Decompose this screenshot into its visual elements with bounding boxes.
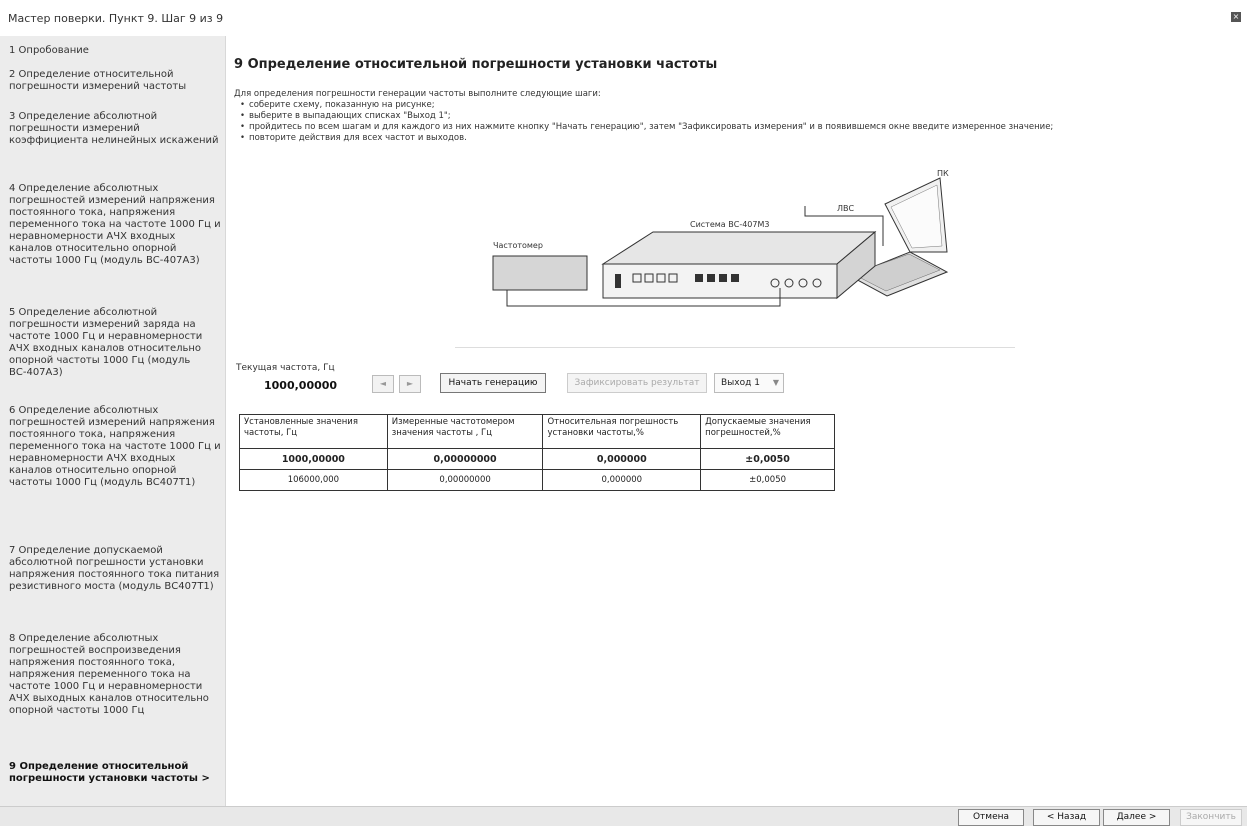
counter-label: Частотомер bbox=[493, 241, 543, 250]
system-rack-icon bbox=[601, 230, 877, 300]
cancel-button[interactable]: Отмена bbox=[958, 809, 1024, 826]
column-header: Установленные значения частоты, Гц bbox=[239, 414, 388, 449]
column-header: Относительная погрешность установки част… bbox=[542, 414, 702, 449]
window-title: Мастер поверки. Пункт 9. Шаг 9 из 9 bbox=[8, 12, 224, 25]
instruction-step: повторите действия для всех частот и вых… bbox=[240, 133, 1234, 144]
table-cell: 0,00000000 bbox=[386, 448, 544, 470]
sidebar-item-3[interactable]: 3 Определение абсолютной погрешности изм… bbox=[9, 111, 221, 147]
close-icon[interactable]: × bbox=[1231, 12, 1241, 22]
divider bbox=[455, 347, 1015, 348]
instructions-intro: Для определения погрешности генерации ча… bbox=[234, 89, 601, 99]
start-generation-button[interactable]: Начать генерацию bbox=[440, 373, 546, 393]
sidebar-item-2[interactable]: 2 Определение относительной погрешности … bbox=[9, 69, 221, 93]
table-row[interactable]: 1000,00000 0,00000000 0,000000 ±0,0050 bbox=[239, 448, 835, 470]
instruction-step: пройдитесь по всем шагам и для каждого и… bbox=[240, 122, 1234, 133]
table-cell: 1000,00000 bbox=[239, 448, 388, 470]
table-cell: 0,000000 bbox=[542, 448, 702, 470]
table-cell: 0,000000 bbox=[542, 469, 702, 491]
back-button[interactable]: < Назад bbox=[1033, 809, 1100, 826]
system-label: Система ВС-407М3 bbox=[690, 220, 769, 229]
frequency-label: Текущая частота, Гц bbox=[236, 363, 335, 373]
table-header-row: Установленные значения частоты, Гц Измер… bbox=[239, 414, 835, 449]
table-row[interactable]: 106000,000 0,00000000 0,000000 ±0,0050 bbox=[239, 469, 835, 491]
next-frequency-button[interactable]: ► bbox=[399, 375, 421, 393]
sidebar-item-7[interactable]: 7 Определение допускаемой абсолютной пог… bbox=[9, 545, 221, 593]
title-bar: Мастер поверки. Пункт 9. Шаг 9 из 9 × bbox=[0, 0, 1247, 36]
column-header: Измеренные частотомером значения частоты… bbox=[386, 414, 544, 449]
frequency-value: 1000,00000 bbox=[264, 379, 338, 392]
main-content: 9 Определение относительной погрешности … bbox=[227, 36, 1247, 806]
output-select-value: Выход 1 bbox=[721, 378, 760, 388]
sidebar-item-9[interactable]: 9 Определение относительной погрешности … bbox=[9, 761, 221, 785]
table-cell: 106000,000 bbox=[239, 469, 388, 491]
instruction-step: выберите в выпадающих списках "Выход 1"; bbox=[240, 111, 1234, 122]
table-cell: ±0,0050 bbox=[700, 469, 835, 491]
sidebar-item-8[interactable]: 8 Определение абсолютных погрешностей во… bbox=[9, 633, 221, 717]
fix-result-button[interactable]: Зафиксировать результат bbox=[567, 373, 707, 393]
lan-label: ЛВС bbox=[837, 204, 855, 213]
current-frequency-box: Текущая частота, Гц 1000,00000 bbox=[232, 359, 362, 397]
finish-button[interactable]: Закончить bbox=[1180, 809, 1242, 826]
table-cell: ±0,0050 bbox=[700, 448, 835, 470]
sidebar-item-4[interactable]: 4 Определение абсолютных погрешностей из… bbox=[9, 183, 221, 267]
steps-sidebar: 1 Опробование 2 Определение относительно… bbox=[0, 36, 226, 806]
column-header: Допускаемые значения погрешностей,% bbox=[700, 414, 835, 449]
instructions: Для определения погрешности генерации ча… bbox=[234, 89, 1234, 144]
pc-label: ПК bbox=[937, 169, 949, 178]
chevron-down-icon: ▼ bbox=[772, 378, 779, 387]
output-select[interactable]: Выход 1 ▼ bbox=[714, 373, 784, 393]
prev-frequency-button[interactable]: ◄ bbox=[372, 375, 394, 393]
sidebar-item-1[interactable]: 1 Опробование bbox=[9, 45, 221, 57]
sidebar-item-6[interactable]: 6 Определение абсолютных погрешностей из… bbox=[9, 405, 221, 489]
page-title: 9 Определение относительной погрешности … bbox=[234, 57, 718, 72]
next-button[interactable]: Далее > bbox=[1103, 809, 1170, 826]
connection-diagram: ПК ЛВС Система ВС-407М3 Частотомер bbox=[492, 169, 949, 307]
table-cell: 0,00000000 bbox=[386, 469, 544, 491]
wizard-footer: Отмена < Назад Далее > Закончить bbox=[0, 806, 1247, 826]
sidebar-item-5[interactable]: 5 Определение абсолютной погрешности изм… bbox=[9, 307, 221, 379]
frequency-counter-icon bbox=[492, 255, 588, 291]
instruction-step: соберите схему, показанную на рисунке; bbox=[240, 100, 1234, 111]
results-table: Установленные значения частоты, Гц Измер… bbox=[239, 414, 835, 491]
